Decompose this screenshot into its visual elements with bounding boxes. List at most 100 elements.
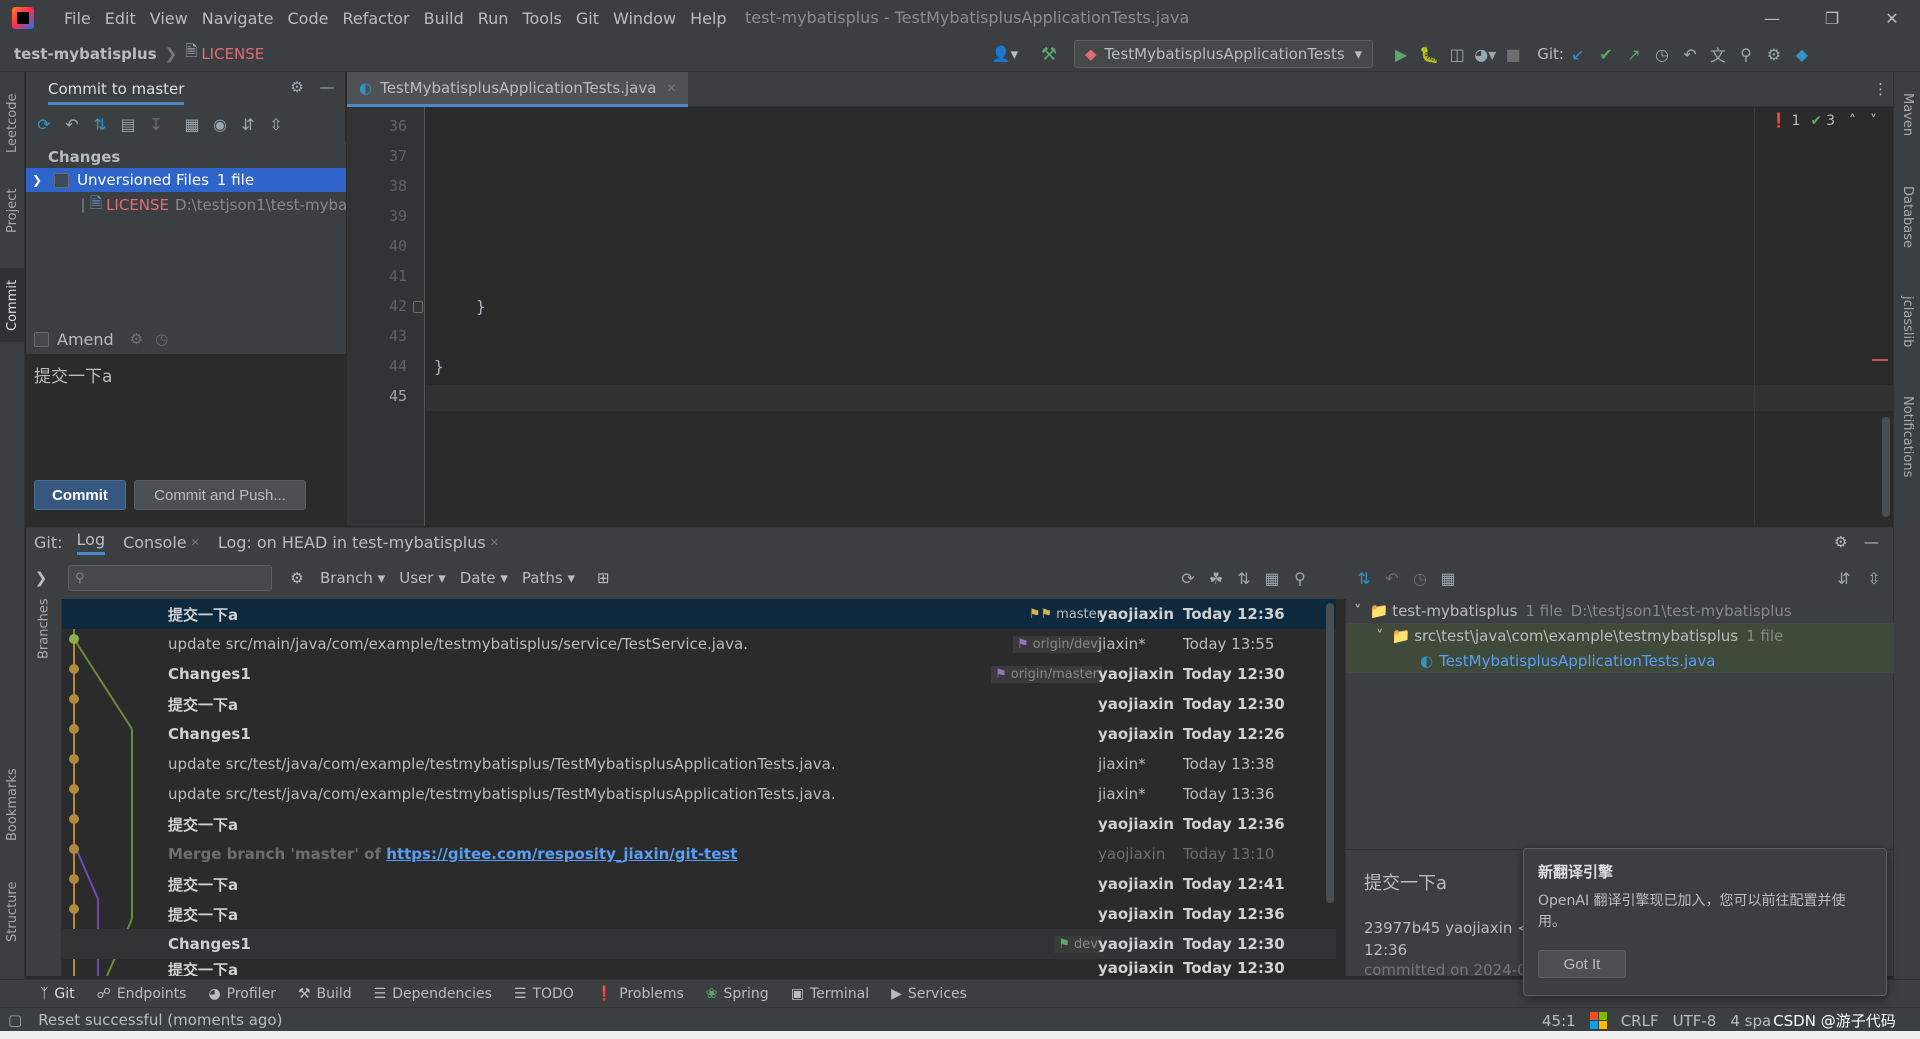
log-row[interactable]: 提交一下a ⚑⚑ master yaojiaxin Today 12:36 xyxy=(62,599,1336,629)
user-icon[interactable]: 👤▾ xyxy=(988,45,1022,63)
details-root-row[interactable]: ˅ 📁 test-mybatisplus 1 file D:\testjson1… xyxy=(1346,599,1894,623)
settings-gear-icon[interactable]: ⚙ xyxy=(1834,533,1847,551)
expand-all-icon[interactable]: ⇵ xyxy=(234,110,262,138)
git-commit-icon[interactable]: ✔ xyxy=(1592,40,1620,68)
stripe-tab-leetcode[interactable]: Leetcode xyxy=(0,80,25,166)
log-row[interactable]: Changes1 ⚑ dev yaojiaxin Today 12:30 xyxy=(62,929,1336,959)
chevron-down-icon[interactable]: ˅ xyxy=(1376,627,1384,645)
coverage-icon[interactable]: ◫ xyxy=(1443,40,1471,68)
tool-problems[interactable]: ❗ Problems xyxy=(596,986,684,1002)
menu-tools[interactable]: Tools xyxy=(522,9,561,28)
log-row[interactable]: 提交一下a yaojiaxin Today 12:30 xyxy=(62,689,1336,719)
hide-panel-icon[interactable]: — xyxy=(316,78,338,96)
details-folder-row[interactable]: ˅ 📁 src\test\java\com\example\testmybati… xyxy=(1346,623,1894,648)
more-options-icon[interactable]: ⋮ xyxy=(1873,80,1888,98)
build-hammer-icon[interactable]: ⚒ xyxy=(1032,44,1066,65)
panel-settings-icon[interactable]: ⚙ xyxy=(286,78,308,96)
run-config-select[interactable]: ◆ TestMybatisplusApplicationTests ▾ xyxy=(1074,40,1374,68)
stripe-tab-database[interactable]: Database xyxy=(1894,172,1920,262)
close-icon[interactable]: ✕ xyxy=(1880,6,1904,30)
tool-services[interactable]: ▶ Services xyxy=(891,986,967,1002)
unversioned-files-group[interactable]: ❯ Unversioned Files 1 file xyxy=(26,168,346,192)
vertical-scrollbar[interactable] xyxy=(1882,417,1890,517)
stripe-tab-maven[interactable]: Maven xyxy=(1894,80,1920,150)
shelve-icon[interactable]: ↧ xyxy=(142,110,170,138)
stripe-tab-notifications[interactable]: Notifications xyxy=(1894,382,1920,492)
close-tab-icon[interactable]: ✕ xyxy=(666,81,676,95)
commit-and-push-button[interactable]: Commit and Push... xyxy=(134,480,306,510)
sort-icon[interactable]: ⇅ xyxy=(1230,564,1258,592)
log-search-input[interactable]: ⚲ xyxy=(68,565,272,591)
log-scrollbar[interactable] xyxy=(1326,603,1334,903)
tab-log[interactable]: Log xyxy=(76,530,106,555)
editor-tab-test-class[interactable]: ◐ TestMybatisplusApplicationTests.java ✕ xyxy=(347,71,689,107)
history-icon[interactable]: ◷ xyxy=(1648,40,1676,68)
stop-icon[interactable]: ■ xyxy=(1499,40,1527,68)
filter-date[interactable]: Date ▾ xyxy=(460,569,508,587)
search-icon[interactable]: ⚲ xyxy=(1732,40,1760,68)
cherry-pick-icon[interactable]: ☘ xyxy=(1202,564,1230,592)
menu-code[interactable]: Code xyxy=(288,9,329,28)
status-message[interactable]: Reset successful (moments ago) xyxy=(38,1011,282,1029)
plugin-icon[interactable]: ◆ xyxy=(1788,40,1816,68)
log-row[interactable]: 提交一下a yaojiaxin Today 12:36 xyxy=(62,899,1336,929)
tool-dependencies[interactable]: ☰ Dependencies xyxy=(374,986,492,1002)
search-icon[interactable]: ⚲ xyxy=(1286,564,1314,592)
stripe-tab-jclasslib[interactable]: jclasslib xyxy=(1894,277,1920,367)
menu-edit[interactable]: Edit xyxy=(105,9,136,28)
group-checkbox[interactable] xyxy=(54,172,70,188)
refresh-icon[interactable]: ⟳ xyxy=(1174,564,1202,592)
rollback-icon[interactable]: ↶ xyxy=(1676,40,1704,68)
new-tab-icon[interactable]: ⊞ xyxy=(597,569,610,587)
tool-git[interactable]: ᛉ Git xyxy=(40,986,75,1002)
tool-terminal[interactable]: ▣ Terminal xyxy=(791,986,869,1002)
commit-options-gear-icon[interactable]: ⚙ xyxy=(130,330,143,348)
menu-run[interactable]: Run xyxy=(478,9,509,28)
error-stripe-marker[interactable] xyxy=(1872,359,1888,361)
history-icon[interactable]: ◷ xyxy=(1406,564,1434,592)
run-icon[interactable]: ▶ xyxy=(1387,40,1415,68)
chevron-down-icon[interactable]: ˅ xyxy=(1870,113,1877,129)
stripe-tab-branches[interactable]: Branches xyxy=(26,599,62,660)
translate-icon[interactable]: 文 xyxy=(1704,40,1732,68)
tool-spring[interactable]: ❀ Spring xyxy=(706,986,769,1002)
view-options-eye-icon[interactable]: ◉ xyxy=(206,110,234,138)
details-file-row[interactable]: ◐ TestMybatisplusApplicationTests.java xyxy=(1346,648,1894,673)
tab-console[interactable]: Console xyxy=(123,533,187,552)
tool-todo[interactable]: ☰ TODO xyxy=(514,986,574,1002)
chevron-down-icon[interactable]: ❯ xyxy=(32,173,42,187)
group-by-icon[interactable]: ▦ xyxy=(1434,564,1462,592)
commit-panel-title[interactable]: Commit to master xyxy=(48,74,185,105)
refresh-icon[interactable]: ⟳ xyxy=(30,110,58,138)
log-row[interactable]: update src/test/java/com/example/testmyb… xyxy=(62,749,1336,779)
minimize-icon[interactable]: — xyxy=(1760,6,1784,30)
commit-button[interactable]: Commit xyxy=(34,480,126,510)
menu-navigate[interactable]: Navigate xyxy=(202,9,274,28)
menu-build[interactable]: Build xyxy=(424,9,464,28)
log-row[interactable]: 提交一下a yaojiaxin Today 12:41 xyxy=(62,869,1336,899)
tab-log-on-head[interactable]: Log: on HEAD in test-mybatisplus xyxy=(218,533,486,552)
commit-message-area[interactable]: 提交一下a Commit Commit and Push... xyxy=(26,354,346,526)
tool-endpoints[interactable]: ☍ Endpoints xyxy=(97,986,187,1002)
breadcrumb-file[interactable]: LICENSE xyxy=(201,45,264,63)
menu-git[interactable]: Git xyxy=(576,9,599,28)
got-it-button[interactable]: Got It xyxy=(1538,950,1626,978)
file-encoding[interactable]: UTF-8 xyxy=(1673,1012,1717,1030)
chevron-right-icon[interactable]: ❯ xyxy=(26,569,56,587)
close-tab-icon[interactable]: ✕ xyxy=(490,536,499,549)
stripe-tab-project[interactable]: Project xyxy=(0,176,25,246)
log-row[interactable]: Changes1 ⚑ origin/master yaojiaxin Today … xyxy=(62,659,1336,689)
file-row-license[interactable]: 🗎 LICENSE D:\testjson1\test-mybatisplus xyxy=(26,193,346,217)
view-options-icon[interactable]: ▦ xyxy=(1258,564,1286,592)
menu-view[interactable]: View xyxy=(150,9,188,28)
git-update-icon[interactable]: ↙ xyxy=(1564,40,1592,68)
restore-icon[interactable]: ❐ xyxy=(1820,6,1844,30)
commit-link[interactable]: https://gitee.com/resposity_jiaxin/git-t… xyxy=(386,845,737,863)
menu-refactor[interactable]: Refactor xyxy=(342,9,409,28)
tool-profiler[interactable]: ◕ Profiler xyxy=(208,986,276,1002)
tool-build[interactable]: ⚒ Build xyxy=(298,986,352,1002)
filter-branch[interactable]: Branch ▾ xyxy=(320,569,385,587)
menu-window[interactable]: Window xyxy=(613,9,676,28)
profile-icon[interactable]: ◕▾ xyxy=(1471,40,1499,68)
line-separator[interactable]: CRLF xyxy=(1621,1012,1659,1030)
